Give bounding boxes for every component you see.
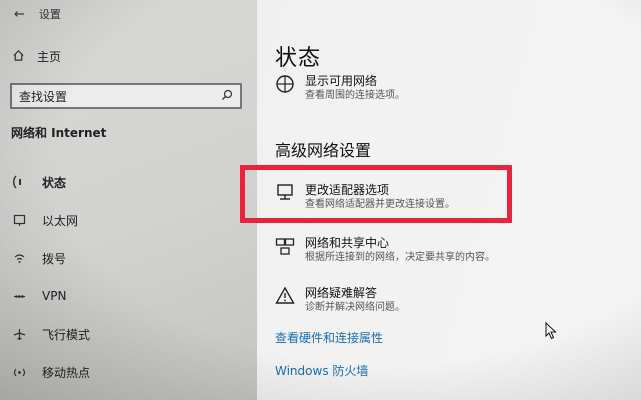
sharing-title: 网络和共享中心 [305,236,390,250]
sidebar-nav: 状态 以太网 拨号 VPN 飞行模式 移动热点 [0,163,257,391]
sidebar-item-dialup[interactable]: 拨号 [0,239,257,277]
back-arrow-icon[interactable]: ← [14,7,25,22]
sidebar-item-status[interactable]: 状态 [0,163,257,201]
troubleshoot-title: 网络疑难解答 [305,286,378,300]
windows-firewall-link[interactable]: Windows 防火墙 [275,362,368,379]
sidebar-item-airplane[interactable]: 飞行模式 [0,315,257,353]
sidebar-item-label: 移动热点 [42,365,91,380]
search-icon[interactable] [221,89,233,104]
sidebar-item-vpn[interactable]: VPN [0,277,257,315]
section-title: 网络和 Internet [11,126,107,140]
sharing-center-icon [275,236,295,256]
show-networks-desc: 查看周围的连接选项。 [305,90,405,101]
network-globe-icon [275,74,295,94]
home-link[interactable]: 主页 [12,48,61,65]
airplane-icon [12,328,26,341]
network-troubleshooter[interactable]: 网络疑难解答 诊断并解决网络问题。 [275,286,405,315]
vpn-icon [12,290,26,303]
page-title: 状态 [275,46,322,71]
show-networks-item[interactable]: 显示可用网络 查看周围的连接选项。 [275,74,405,103]
sidebar: ← 设置 主页 查找设置 网络和 Internet 状态 以太网 拨号 VPN … [0,0,257,400]
sharing-desc: 根据所连接到的网络，决定要共享的内容。 [305,252,495,263]
troubleshoot-desc: 诊断并解决网络问题。 [305,302,405,313]
title-bar: ← 设置 [0,0,257,28]
window-title: 设置 [38,8,61,21]
network-sharing-center[interactable]: 网络和共享中心 根据所连接到的网络，决定要共享的内容。 [275,236,495,265]
search-input[interactable]: 查找设置 [10,83,242,109]
hardware-properties-link[interactable]: 查看硬件和连接属性 [275,329,383,346]
settings-window: ← 设置 主页 查找设置 网络和 Internet 状态 以太网 拨号 VPN … [0,0,641,400]
sidebar-item-label: 状态 [42,175,67,190]
home-icon [12,49,25,65]
sidebar-item-label: 拨号 [42,251,67,266]
sidebar-item-label: VPN [42,289,67,303]
advanced-network-title: 高级网络设置 [275,141,372,160]
red-highlight-box [240,165,512,223]
mouse-cursor-icon [545,321,557,344]
ethernet-icon [12,214,26,227]
hotspot-icon [12,366,26,379]
sidebar-item-ethernet[interactable]: 以太网 [0,201,257,239]
search-placeholder: 查找设置 [19,89,68,104]
show-networks-title: 显示可用网络 [305,74,378,88]
sidebar-item-label: 以太网 [42,213,79,228]
warning-triangle-icon [275,286,295,306]
home-label: 主页 [37,50,62,64]
sidebar-item-hotspot[interactable]: 移动热点 [0,353,257,391]
status-icon [12,175,26,189]
sidebar-item-label: 飞行模式 [42,327,91,342]
dialup-icon [12,252,26,265]
